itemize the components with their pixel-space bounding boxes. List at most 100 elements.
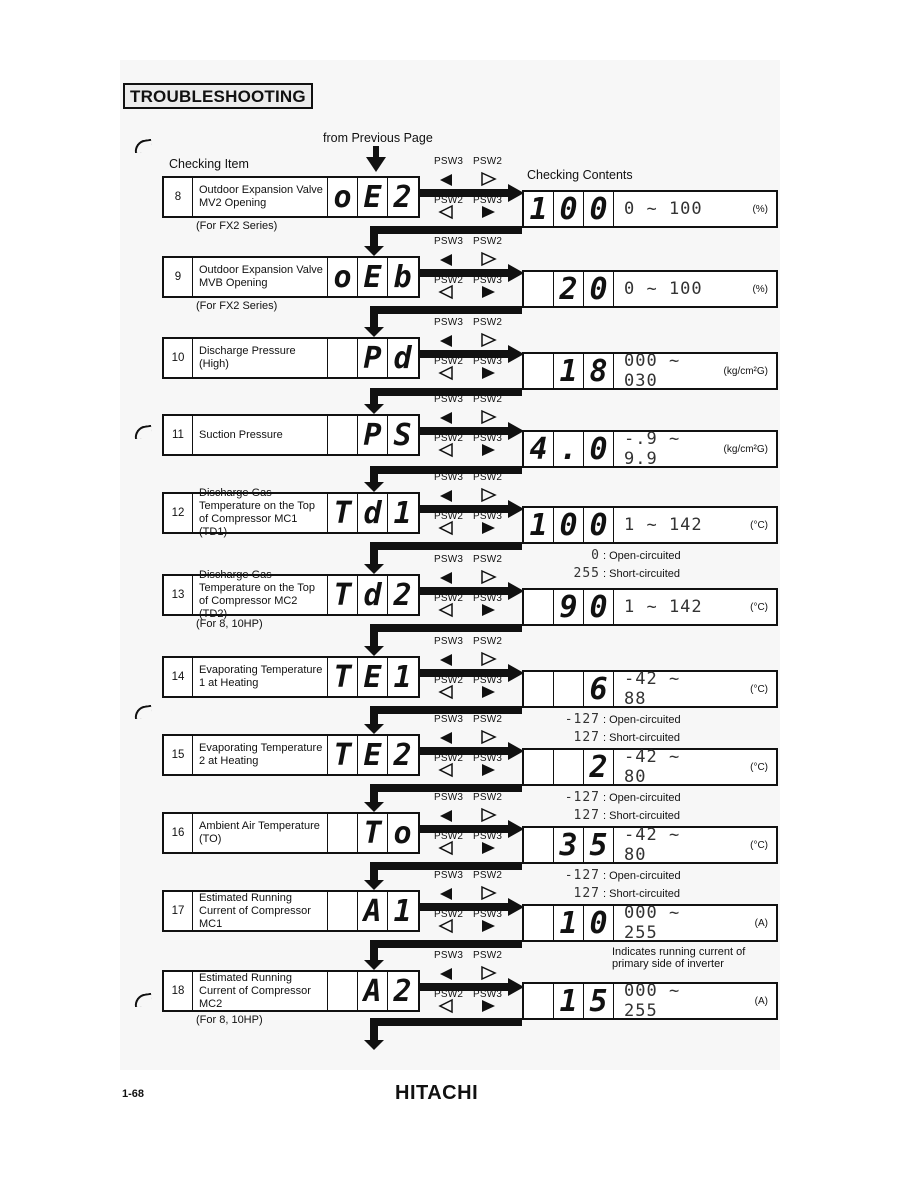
checking-item-row[interactable]: 14 Evaporating Temperature 1 at Heating T E…: [162, 656, 420, 698]
item-label: Evaporating Temperature 1 at Heating: [193, 658, 328, 696]
right-filled-triangle-icon: [482, 842, 495, 854]
right-hollow-triangle-icon: [481, 332, 497, 348]
left-hollow-triangle-icon: [438, 602, 453, 618]
left-filled-triangle-icon: [440, 732, 452, 744]
right-filled-triangle-icon: [482, 206, 495, 218]
item-label: Estimated Running Current of Compressor …: [193, 972, 328, 1010]
down-arrow-head-icon: [364, 564, 384, 574]
psw2-label: PSW2: [473, 870, 503, 881]
left-filled-triangle-icon: [440, 490, 452, 502]
left-hollow-triangle-icon: [438, 762, 453, 778]
item-number: 12: [164, 494, 193, 532]
psw2-label: PSW2: [434, 909, 464, 920]
value-digit: 0: [584, 272, 614, 307]
checking-item-row[interactable]: 11 Suction Pressure P S: [162, 414, 420, 456]
psw3-label: PSW3: [434, 950, 464, 961]
value-digit: 3: [554, 828, 584, 863]
down-arrow-head-icon: [364, 802, 384, 812]
left-filled-triangle-icon: [440, 810, 452, 822]
code-digit: 2: [393, 577, 412, 613]
value-digit: 1: [554, 906, 584, 941]
value-digit: [554, 750, 584, 784]
left-hollow-triangle-icon: [438, 284, 453, 300]
value-range: -42 ~ 88: [624, 669, 681, 709]
return-bar: [370, 706, 522, 714]
value-digit: 1: [524, 508, 554, 543]
code-digit: d: [393, 340, 412, 376]
psw3-label: PSW3: [434, 156, 464, 167]
psw3-label: PSW3: [473, 753, 503, 764]
code-digit: 1: [393, 659, 412, 695]
checking-item-row[interactable]: 10 Discharge Pressure (High) Pd: [162, 337, 420, 379]
down-arrow-head-icon: [364, 724, 384, 734]
open-circuit-legend: -127: Open-circuited: [560, 712, 681, 727]
checking-result-row: 3 5 -42 ~ 80 (°C): [522, 825, 778, 865]
value-digit: [524, 590, 554, 624]
right-filled-triangle-icon: [482, 444, 495, 456]
item-number: 11: [164, 416, 193, 454]
right-filled-triangle-icon: [482, 604, 495, 616]
value-digit: 0: [584, 508, 614, 543]
short-circuit-legend: 127: Short-circuited: [560, 730, 681, 745]
code-digit: b: [393, 259, 412, 295]
left-filled-triangle-icon: [440, 968, 452, 980]
right-filled-triangle-icon: [482, 686, 495, 698]
value-unit: (°C): [750, 519, 768, 531]
psw2-label: PSW2: [434, 831, 464, 842]
psw2-label: PSW2: [434, 511, 464, 522]
code-digit: 2: [393, 973, 412, 1009]
checking-item-row[interactable]: 17 Estimated Running Current of Compresso…: [162, 890, 420, 932]
item-number: 16: [164, 814, 193, 852]
value-digit: 1: [554, 354, 584, 389]
psw3-label: PSW3: [434, 236, 464, 247]
checking-result-row: 2 -42 ~ 80 (°C): [522, 747, 778, 787]
item-number: 9: [164, 258, 193, 296]
psw3-label: PSW3: [434, 636, 464, 647]
value-digit: 0: [554, 192, 584, 227]
code-digit: 1: [393, 893, 412, 929]
checking-item-row[interactable]: 13 Discharge Gas Temperature on the Top o…: [162, 569, 420, 620]
code-digit: [328, 814, 358, 852]
short-circuit-legend: 127: Short-circuited: [560, 808, 681, 823]
code-digit: T: [358, 814, 388, 852]
code-digit: [328, 972, 358, 1010]
left-hollow-triangle-icon: [438, 840, 453, 856]
psw3-label: PSW3: [434, 870, 464, 881]
right-filled-triangle-icon: [482, 764, 495, 776]
code-digit: P: [358, 339, 388, 377]
checking-result-row: 4. 0 -.9 ~ 9.9 (kg/cm²G): [522, 429, 778, 469]
down-arrow-head-icon: [366, 157, 386, 172]
value-unit: (A): [754, 995, 768, 1007]
left-hollow-triangle-icon: [438, 204, 453, 220]
value-digit: 0: [554, 508, 584, 543]
psw2-label: PSW2: [434, 275, 464, 286]
checking-item-row[interactable]: 12 Discharge Gas Temperature on the Top o…: [162, 487, 420, 538]
checking-item-row[interactable]: 8 Outdoor Expansion Valve MV2 Opening o E 2: [162, 176, 420, 218]
code-digit: E: [358, 178, 388, 216]
right-hollow-triangle-icon: [481, 885, 497, 901]
value-unit: (°C): [750, 683, 768, 695]
right-hollow-triangle-icon: [481, 487, 497, 503]
checking-item-row[interactable]: 16 Ambient Air Temperature (TO) To: [162, 812, 420, 854]
return-bar: [370, 226, 522, 234]
psw3-label: PSW3: [473, 831, 503, 842]
item-number: 10: [164, 339, 193, 377]
open-circuit-value: -127: [564, 712, 600, 727]
short-circuit-label: : Short-circuited: [603, 731, 681, 744]
psw2-label: PSW2: [473, 394, 503, 405]
checking-item-row[interactable]: 18 Estimated Running Current of Compresso…: [162, 970, 420, 1012]
psw2-label: PSW2: [434, 593, 464, 604]
value-digit: 2: [584, 750, 614, 785]
checking-item-row[interactable]: 15 Evaporating Temperature 2 at Heating T E…: [162, 734, 420, 776]
psw2-label: PSW2: [434, 356, 464, 367]
code-digit: E: [358, 736, 388, 774]
psw3-label: PSW3: [473, 433, 503, 444]
open-circuit-value: 0: [591, 548, 600, 563]
psw3-label: PSW3: [473, 909, 503, 920]
left-hollow-triangle-icon: [438, 998, 453, 1014]
return-bar: [370, 862, 522, 870]
checking-item-row[interactable]: 9 Outdoor Expansion Valve MVB Opening o Eb: [162, 256, 420, 298]
right-filled-triangle-icon: [482, 367, 495, 379]
value-digit: [524, 672, 554, 706]
item-number: 18: [164, 972, 193, 1010]
